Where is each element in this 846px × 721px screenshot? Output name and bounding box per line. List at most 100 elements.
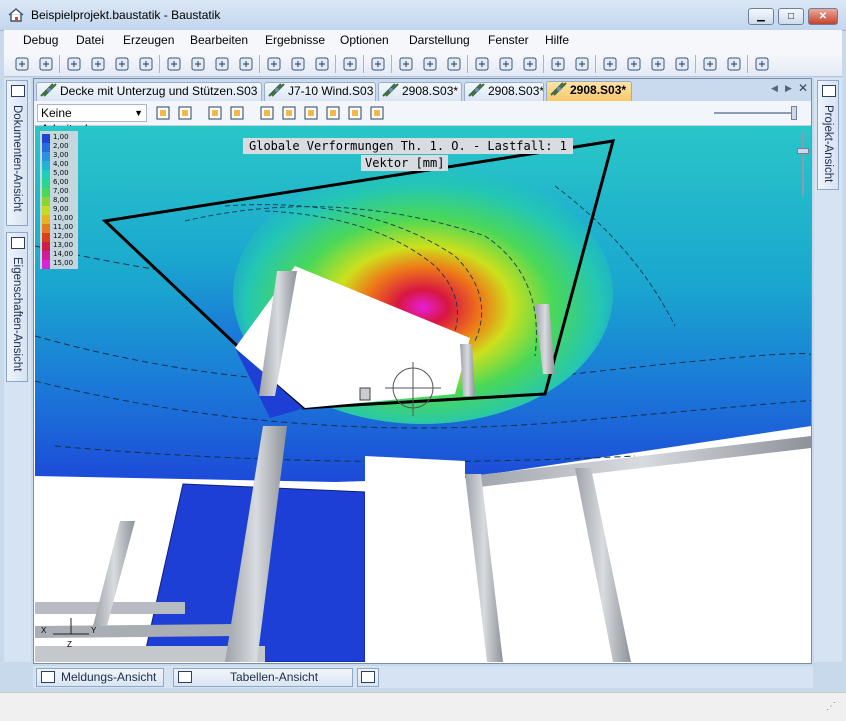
tab-2908-active[interactable]: 2908.S03* bbox=[546, 81, 632, 102]
toolbar-separator bbox=[59, 55, 60, 73]
menu-erzeugen[interactable]: Erzeugen bbox=[123, 33, 174, 47]
table-view-extra-tab[interactable] bbox=[357, 668, 379, 687]
house-top-icon[interactable] bbox=[368, 104, 386, 122]
toolbar-separator bbox=[259, 55, 260, 73]
tab-label: Decke mit Unterzug und Stützen.S03 bbox=[60, 84, 258, 98]
zoom-thumb[interactable] bbox=[797, 148, 809, 154]
load-icon[interactable] bbox=[498, 56, 514, 72]
refresh-icon[interactable] bbox=[228, 104, 246, 122]
zoom-slider-thumb[interactable] bbox=[791, 106, 797, 120]
documents-view-tab[interactable]: Dokumenten-Ansicht bbox=[6, 80, 28, 226]
3d-viewport[interactable]: Globale Verformungen Th. 1. O. - Lastfal… bbox=[35, 126, 811, 662]
save-icon[interactable] bbox=[66, 56, 82, 72]
resize-grip-icon[interactable]: ⋰ bbox=[826, 701, 836, 712]
minimize-button[interactable]: ▁ bbox=[748, 8, 774, 25]
menu-darstellung[interactable]: Darstellung bbox=[409, 33, 470, 47]
house-side-icon[interactable] bbox=[346, 104, 364, 122]
legend-value: 5,00 bbox=[53, 169, 69, 177]
component-icon[interactable] bbox=[650, 56, 666, 72]
point-icon[interactable] bbox=[422, 56, 438, 72]
document-tab-strip: Decke mit Unterzug und Stützen.S03 J7-10… bbox=[34, 79, 811, 102]
close-button[interactable]: ✕ bbox=[808, 8, 838, 25]
node-icon[interactable] bbox=[674, 56, 690, 72]
table-icon[interactable] bbox=[726, 56, 742, 72]
beam-tab-icon bbox=[382, 83, 399, 97]
wall-front-icon[interactable] bbox=[258, 104, 276, 122]
main-toolbar bbox=[4, 52, 842, 77]
cube-view-icon[interactable] bbox=[370, 56, 386, 72]
tab-close-icon[interactable]: ✕ bbox=[798, 81, 808, 95]
menu-bearbeiten[interactable]: Bearbeiten bbox=[190, 33, 248, 47]
pointer-icon[interactable] bbox=[154, 104, 172, 122]
screenshot-icon[interactable] bbox=[190, 56, 206, 72]
menu-debug[interactable]: Debug bbox=[23, 33, 58, 47]
tab-j7-10-wind[interactable]: J7-10 Wind.S03 bbox=[264, 82, 376, 101]
menu-fenster[interactable]: Fenster bbox=[488, 33, 529, 47]
print-icon[interactable] bbox=[166, 56, 182, 72]
dimension-icon[interactable] bbox=[398, 56, 414, 72]
messages-view-tab[interactable]: Meldungs-Ansicht bbox=[36, 668, 164, 687]
zoom-slider[interactable] bbox=[714, 112, 794, 114]
wall-back-icon[interactable] bbox=[280, 104, 298, 122]
tab-scroll-left-icon[interactable]: ◀ bbox=[771, 83, 778, 94]
view-toolbar: Keine Arbeitsebenen▼ bbox=[34, 101, 811, 136]
frame-icon[interactable] bbox=[302, 104, 320, 122]
toolbar-separator bbox=[747, 55, 748, 73]
options-icon[interactable] bbox=[754, 56, 770, 72]
maximize-button[interactable]: □ bbox=[778, 8, 804, 25]
print-preview-icon[interactable] bbox=[138, 56, 154, 72]
toolbar-separator bbox=[363, 55, 364, 73]
camera-icon[interactable] bbox=[206, 104, 224, 122]
t-section-icon[interactable] bbox=[626, 56, 642, 72]
page-icon[interactable] bbox=[90, 56, 106, 72]
tab-2908-b[interactable]: 2908.S03* bbox=[464, 82, 544, 101]
table-icon bbox=[178, 671, 192, 683]
legend-value: 4,00 bbox=[53, 160, 69, 168]
properties-view-tab[interactable]: Eigenschaften-Ansicht bbox=[6, 232, 28, 382]
toolbar-separator bbox=[543, 55, 544, 73]
calc-icon[interactable] bbox=[702, 56, 718, 72]
tab-scroll-right-icon[interactable]: ▶ bbox=[785, 83, 792, 94]
tab-label: 2908.S03* bbox=[488, 84, 544, 98]
project-view-tab[interactable]: Projekt-Ansicht bbox=[817, 80, 839, 190]
new-document-icon[interactable] bbox=[14, 56, 30, 72]
tab-2908-a[interactable]: 2908.S03* bbox=[378, 82, 462, 101]
grid-icon bbox=[361, 671, 375, 683]
legend-swatch bbox=[42, 251, 50, 260]
display-icon[interactable] bbox=[602, 56, 618, 72]
undo-icon[interactable] bbox=[290, 56, 306, 72]
support-icon[interactable] bbox=[550, 56, 566, 72]
layer-select[interactable]: Keine Arbeitsebenen▼ bbox=[37, 104, 147, 136]
rotate-view-icon[interactable] bbox=[176, 104, 194, 122]
menu-ergebnisse[interactable]: Ergebnisse bbox=[265, 33, 325, 47]
legend-swatch bbox=[42, 188, 50, 197]
tab-label: 2908.S03* bbox=[402, 84, 459, 98]
vertical-zoom-slider[interactable] bbox=[795, 126, 811, 206]
legend-value: 14,00 bbox=[53, 250, 74, 258]
status-bar: ⋰ bbox=[0, 692, 846, 721]
tab-decke-mit-unterzug[interactable]: Decke mit Unterzug und Stützen.S03 bbox=[36, 82, 262, 101]
menu-optionen[interactable]: Optionen bbox=[340, 33, 389, 47]
measure-icon[interactable] bbox=[474, 56, 490, 72]
copy-icon[interactable] bbox=[38, 56, 54, 72]
delete-icon[interactable] bbox=[238, 56, 254, 72]
lasso-icon[interactable] bbox=[214, 56, 230, 72]
beam-tab-icon bbox=[40, 83, 57, 97]
project-view-label: Projekt-Ansicht bbox=[822, 105, 834, 183]
legend-value: 9,00 bbox=[53, 205, 69, 213]
menu-datei[interactable]: Datei bbox=[76, 33, 104, 47]
bottom-panel-bar: Meldungs-Ansicht Tabellen-Ansicht bbox=[33, 666, 813, 688]
table-view-tab[interactable]: Tabellen-Ansicht bbox=[173, 668, 353, 687]
messages-view-label: Meldungs-Ansicht bbox=[61, 670, 157, 684]
menu-hilfe[interactable]: Hilfe bbox=[545, 33, 569, 47]
house-front-icon[interactable] bbox=[324, 104, 342, 122]
layers-icon[interactable] bbox=[342, 56, 358, 72]
line-load-icon[interactable] bbox=[574, 56, 590, 72]
legend-swatch bbox=[42, 179, 50, 188]
redo-icon[interactable] bbox=[314, 56, 330, 72]
copy-object-icon[interactable] bbox=[266, 56, 282, 72]
beam-load-icon[interactable] bbox=[522, 56, 538, 72]
preview-icon[interactable] bbox=[114, 56, 130, 72]
section-icon[interactable] bbox=[446, 56, 462, 72]
axis-x-label: X bbox=[41, 626, 47, 635]
